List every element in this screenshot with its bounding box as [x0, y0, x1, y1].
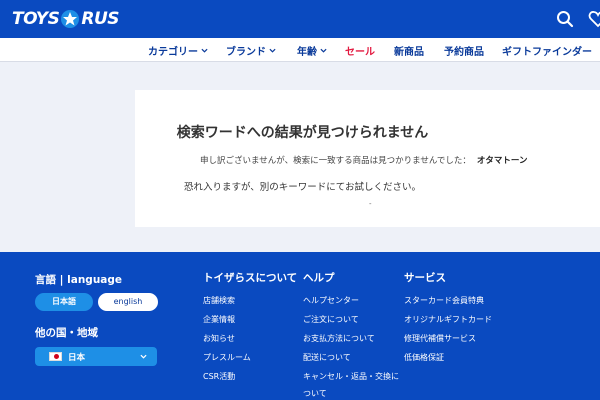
- logo-text-toys: TOYS: [12, 9, 60, 29]
- country-select[interactable]: 日本: [35, 347, 157, 366]
- main-nav: カテゴリー ブランド 年齢 セール 新商品 予約商品 ギフトファインダー: [0, 38, 600, 62]
- chevron-down-icon: [269, 48, 276, 53]
- toysrus-logo[interactable]: TOYS R US: [12, 6, 120, 32]
- footer-link-company[interactable]: 企業情報: [203, 314, 235, 325]
- footer-link-payment[interactable]: お支払方法について: [303, 333, 375, 344]
- no-results-title: 検索ワードへの結果が見つけられません: [176, 125, 429, 141]
- footer-link-low-price[interactable]: 低価格保証: [404, 352, 444, 363]
- site-footer: 言語 | language 日本語 english 他の国・地域 日本 トイザら…: [0, 252, 600, 400]
- footer-link-help-center[interactable]: ヘルプセンター: [303, 295, 359, 306]
- language-heading: 言語 | language: [35, 274, 123, 286]
- footer-link-orders[interactable]: ご注文について: [303, 314, 359, 325]
- nav-item-new[interactable]: 新商品: [394, 43, 424, 58]
- footer-link-returns-cont[interactable]: ついて: [303, 388, 327, 399]
- country-selected-value: 日本: [68, 353, 86, 363]
- nav-item-category[interactable]: カテゴリー: [148, 43, 208, 58]
- footer-link-csr[interactable]: CSR活動: [203, 371, 235, 382]
- no-results-message-text: 申し訳ございませんが、検索に一致する商品は見つかりませんでした：: [200, 156, 471, 166]
- nav-item-brand[interactable]: ブランド: [226, 43, 276, 58]
- logo-text-us: US: [93, 9, 120, 29]
- country-heading: 他の国・地域: [35, 327, 98, 339]
- footer-heading-help: ヘルプ: [303, 272, 335, 284]
- no-results-message: 申し訳ございませんが、検索に一致する商品は見つかりませんでした： オタマトーン: [200, 154, 527, 166]
- footer-link-news[interactable]: お知らせ: [203, 333, 235, 344]
- nav-label: 年齢: [297, 47, 317, 58]
- nav-item-preorder[interactable]: 予約商品: [444, 43, 484, 58]
- footer-heading-about: トイザらスについて: [203, 272, 298, 284]
- footer-link-repair[interactable]: 修理代補償サービス: [404, 333, 476, 344]
- search-icon[interactable]: [555, 9, 575, 29]
- japan-flag-icon: [49, 352, 62, 361]
- nav-label: カテゴリー: [148, 47, 198, 58]
- footer-link-returns[interactable]: キャンセル・返品・交換に: [303, 371, 399, 382]
- top-header: TOYS R US: [0, 0, 600, 38]
- footer-link-shipping[interactable]: 配送について: [303, 352, 351, 363]
- nav-item-sale[interactable]: セール: [345, 43, 375, 58]
- language-japanese-button[interactable]: 日本語: [35, 293, 93, 311]
- nav-label: ブランド: [226, 47, 266, 58]
- footer-link-gift-card[interactable]: オリジナルギフトカード: [404, 314, 492, 325]
- chevron-down-icon: [320, 48, 327, 53]
- nav-item-age[interactable]: 年齢: [297, 43, 327, 58]
- footer-link-star-card[interactable]: スターカード会員特典: [404, 295, 484, 306]
- logo-text-r: R: [81, 9, 94, 29]
- no-results-card: 検索ワードへの結果が見つけられません 申し訳ございませんが、検索に一致する商品は…: [135, 90, 600, 227]
- no-results-suggestion: 恐れ入りますが、別のキーワードにてお試しください。: [183, 182, 422, 193]
- chevron-down-icon: [201, 48, 208, 53]
- footer-link-pressroom[interactable]: プレスルーム: [203, 352, 251, 363]
- heart-icon[interactable]: [588, 9, 600, 29]
- search-keyword: オタマトーン: [476, 156, 528, 166]
- nav-item-gift-finder[interactable]: ギフトファインダー: [502, 43, 592, 58]
- divider-dash: -: [369, 200, 372, 208]
- star-icon: [61, 10, 80, 28]
- language-english-button[interactable]: english: [98, 293, 158, 311]
- footer-link-store-search[interactable]: 店舗検索: [203, 295, 235, 306]
- chevron-down-icon: [140, 354, 147, 359]
- footer-heading-services: サービス: [404, 272, 446, 284]
